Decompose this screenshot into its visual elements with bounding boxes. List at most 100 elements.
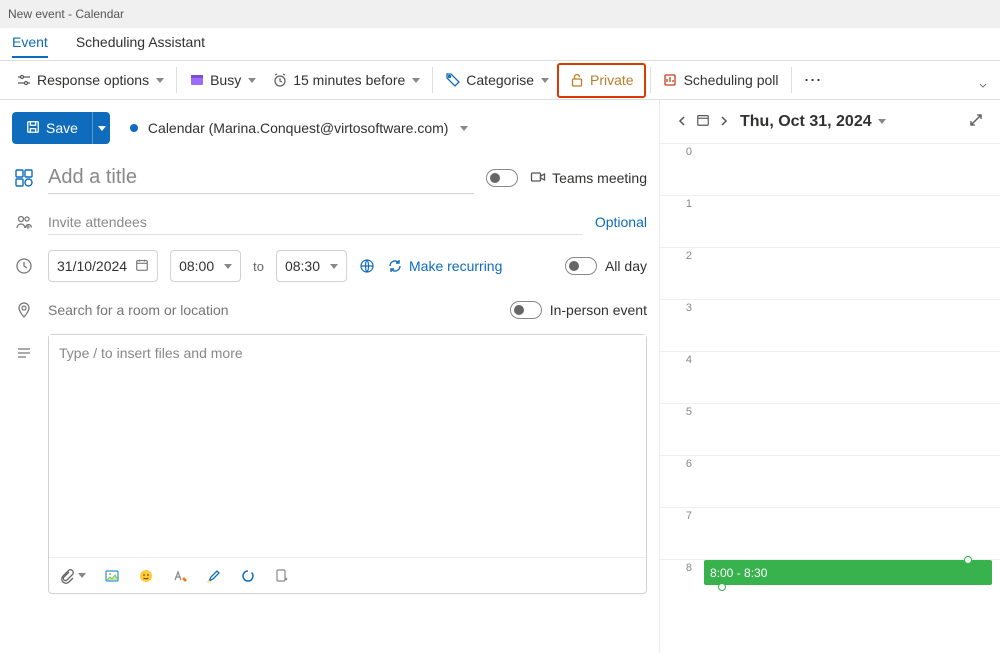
save-label: Save: [46, 120, 78, 136]
event-resize-handle-bottom[interactable]: [718, 583, 726, 591]
description-toolbar: [49, 557, 646, 593]
loop-icon[interactable]: [240, 568, 256, 584]
expand-panel-icon[interactable]: [968, 112, 984, 131]
chevron-down-icon: [98, 126, 106, 131]
calendar-selector[interactable]: Calendar (Marina.Conquest@virtosoftware.…: [130, 120, 469, 136]
video-icon: [530, 169, 546, 188]
in-person-toggle[interactable]: [510, 301, 542, 319]
chevron-down-icon: [224, 264, 232, 269]
scheduling-poll-label: Scheduling poll: [684, 72, 779, 88]
highlighter-icon[interactable]: [206, 568, 222, 584]
next-day-button[interactable]: [718, 114, 730, 130]
date-field[interactable]: 31/10/2024: [48, 250, 158, 282]
chevron-down-icon: [460, 126, 468, 131]
prev-day-button[interactable]: [676, 114, 688, 130]
hour-label: 7: [660, 508, 698, 559]
response-options-label: Response options: [37, 72, 149, 88]
reminder-label: 15 minutes before: [293, 72, 405, 88]
chevron-down-icon: [78, 573, 86, 578]
people-icon: [12, 213, 36, 231]
description-box: [48, 334, 647, 594]
save-dropdown-button[interactable]: [92, 112, 110, 144]
all-day-label: All day: [605, 258, 647, 274]
reminder-button[interactable]: 15 minutes before: [264, 66, 428, 94]
hour-label: 0: [660, 144, 698, 195]
private-button[interactable]: Private: [557, 63, 646, 98]
hour-label: 4: [660, 352, 698, 403]
all-day-toggle[interactable]: [565, 257, 597, 275]
title-input[interactable]: [48, 162, 474, 194]
attach-button[interactable]: [59, 568, 86, 584]
chevron-down-icon: [541, 78, 549, 83]
response-options-button[interactable]: Response options: [8, 66, 172, 94]
hour-label: 2: [660, 248, 698, 299]
description-icon: [12, 336, 36, 362]
more-options-button[interactable]: ⋯: [796, 70, 832, 91]
hour-label: 1: [660, 196, 698, 247]
poll-icon: [663, 72, 679, 88]
chevron-down-icon: [156, 78, 164, 83]
location-input[interactable]: [48, 298, 498, 322]
timezone-button[interactable]: [359, 258, 375, 274]
lock-icon: [569, 72, 585, 88]
categorise-button[interactable]: Categorise: [437, 66, 557, 94]
emoji-icon[interactable]: [138, 568, 154, 584]
event-block[interactable]: 8:00 - 8:30: [704, 560, 992, 585]
scheduling-poll-button[interactable]: Scheduling poll: [655, 66, 787, 94]
start-time-value: 08:00: [179, 258, 214, 274]
window-title: New event - Calendar: [8, 7, 982, 21]
emoji-picker-icon[interactable]: [12, 168, 36, 188]
make-recurring-button[interactable]: Make recurring: [387, 258, 502, 274]
save-button[interactable]: Save: [12, 112, 92, 144]
sliders-icon: [16, 72, 32, 88]
clock-icon: [12, 257, 36, 275]
day-date-selector[interactable]: Thu, Oct 31, 2024: [740, 113, 958, 131]
chevron-down-icon: [330, 264, 338, 269]
event-resize-handle-top[interactable]: [964, 556, 972, 564]
start-time-field[interactable]: 08:00: [170, 250, 241, 282]
teams-meeting-label: Teams meeting: [552, 170, 647, 186]
hour-label: 3: [660, 300, 698, 351]
in-person-label: In-person event: [550, 302, 647, 318]
tab-event[interactable]: Event: [12, 28, 48, 58]
tag-icon: [445, 72, 461, 88]
insert-image-icon[interactable]: [104, 568, 120, 584]
ribbon-toolbar: Response options Busy 15 minutes before …: [0, 60, 1000, 100]
template-icon[interactable]: [274, 568, 290, 584]
tab-strip: Event Scheduling Assistant: [0, 28, 1000, 60]
ribbon-expand-icon[interactable]: [977, 79, 989, 95]
calendar-name-label: Calendar (Marina.Conquest@virtosoftware.…: [148, 120, 449, 136]
categorise-label: Categorise: [466, 72, 534, 88]
busy-label: Busy: [210, 72, 241, 88]
chevron-down-icon: [878, 119, 886, 124]
event-form: Save Calendar (Marina.Conquest@virtosoft…: [0, 100, 660, 653]
today-button[interactable]: [696, 113, 710, 130]
chevron-down-icon: [412, 78, 420, 83]
make-recurring-label: Make recurring: [409, 258, 502, 274]
description-textarea[interactable]: [49, 335, 646, 557]
calendar-color-dot: [130, 124, 138, 132]
tab-scheduling-assistant[interactable]: Scheduling Assistant: [76, 28, 205, 58]
private-label: Private: [590, 72, 634, 88]
optional-attendees-button[interactable]: Optional: [595, 214, 647, 230]
day-date-label: Thu, Oct 31, 2024: [740, 113, 872, 131]
save-icon: [26, 120, 40, 137]
attendees-input[interactable]: [48, 210, 583, 235]
calendar-icon: [135, 258, 149, 275]
teams-meeting-toggle[interactable]: [486, 169, 518, 187]
title-bar: New event - Calendar: [0, 0, 1000, 28]
end-time-value: 08:30: [285, 258, 320, 274]
formatting-icon[interactable]: [172, 568, 188, 584]
hour-label: 6: [660, 456, 698, 507]
hour-label: 8: [660, 560, 698, 611]
busy-status-button[interactable]: Busy: [181, 66, 264, 94]
location-icon: [12, 301, 36, 319]
hour-label: 5: [660, 404, 698, 455]
chevron-down-icon: [248, 78, 256, 83]
busy-icon: [189, 72, 205, 88]
day-timeline[interactable]: 0 1 2 3 4 5 6 7 8 8:00 - 8:30: [660, 143, 1000, 653]
date-value: 31/10/2024: [57, 258, 127, 274]
end-time-field[interactable]: 08:30: [276, 250, 347, 282]
event-time-label: 8:00 - 8:30: [710, 566, 767, 580]
to-label: to: [253, 259, 264, 274]
